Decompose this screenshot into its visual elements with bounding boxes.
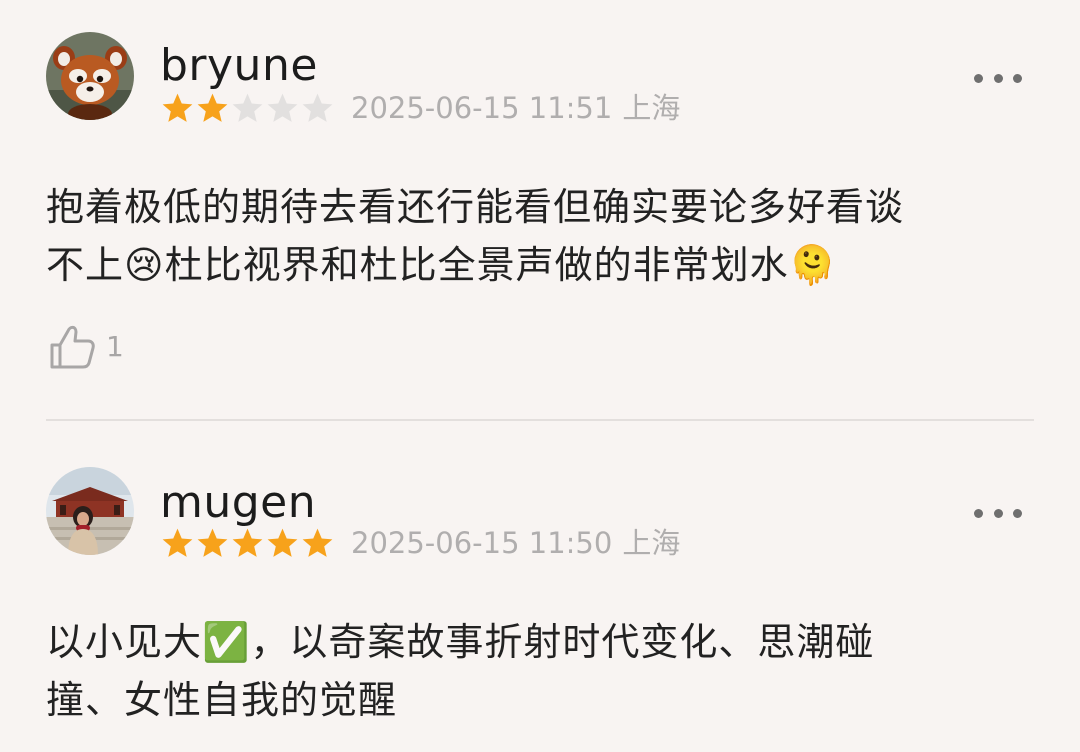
username[interactable]: mugen bbox=[160, 477, 316, 529]
more-dot-icon bbox=[1013, 73, 1022, 83]
more-options-button[interactable] bbox=[974, 66, 1022, 90]
star-rating bbox=[160, 526, 335, 561]
star-filled-icon bbox=[197, 528, 228, 557]
review-item: bryune 2025-06-15 11:51 上海 抱着极低的期待去看还行能看… bbox=[0, 0, 1080, 420]
review-date: 2025-06-15 11:51 bbox=[351, 91, 613, 125]
red-panda-avatar-icon bbox=[46, 32, 134, 120]
star-empty-icon bbox=[302, 93, 333, 122]
more-dot-icon bbox=[974, 508, 983, 518]
star-filled-icon bbox=[162, 528, 193, 557]
star-rating bbox=[160, 91, 335, 126]
person-photo-avatar-icon bbox=[46, 467, 134, 555]
star-filled-icon bbox=[302, 528, 333, 557]
review-location: 上海 bbox=[622, 91, 681, 125]
avatar[interactable] bbox=[46, 32, 134, 120]
more-dot-icon bbox=[1013, 508, 1022, 518]
star-filled-icon bbox=[267, 528, 298, 557]
more-options-button[interactable] bbox=[974, 501, 1022, 525]
review-content: 以小见大✅，以奇案故事折射时代变化、思潮碰 撞、女性自我的觉醒 bbox=[46, 620, 875, 722]
more-dot-icon bbox=[993, 73, 1003, 83]
star-filled-icon bbox=[162, 93, 193, 122]
thumbs-up-icon[interactable] bbox=[46, 319, 100, 373]
review-item: mugen 2025-06-15 11:50 上海 以小见大✅，以奇案故事折射时… bbox=[0, 421, 1080, 752]
review-location: 上海 bbox=[622, 526, 681, 560]
avatar[interactable] bbox=[46, 467, 134, 555]
star-empty-icon bbox=[232, 93, 263, 122]
more-dot-icon bbox=[974, 73, 983, 83]
star-filled-icon bbox=[232, 528, 263, 557]
review-meta: 2025-06-15 11:50 上海 bbox=[160, 523, 680, 563]
review-content: 抱着极低的期待去看还行能看但确实要论多好看谈 不上😢杜比视界和杜比全景声做的非常… bbox=[46, 185, 905, 287]
more-dot-icon bbox=[993, 508, 1003, 518]
star-filled-icon bbox=[197, 93, 228, 122]
like-count: 1 bbox=[106, 329, 124, 363]
review-date: 2025-06-15 11:50 bbox=[351, 526, 613, 560]
review-meta: 2025-06-15 11:51 上海 bbox=[160, 88, 680, 128]
like-control[interactable]: 1 bbox=[46, 316, 124, 376]
username[interactable]: bryune bbox=[160, 40, 318, 92]
star-empty-icon bbox=[267, 93, 298, 122]
